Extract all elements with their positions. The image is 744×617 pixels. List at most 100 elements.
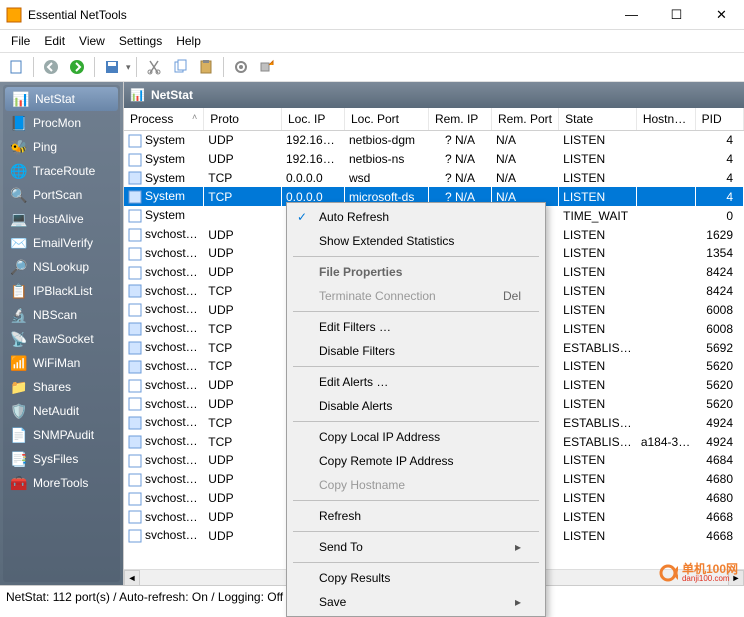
sidebar-item-label: SNMPAudit xyxy=(33,428,94,442)
sidebar-item-snmpaudit[interactable]: 📄 SNMPAudit xyxy=(3,423,120,447)
forward-icon[interactable] xyxy=(65,55,89,79)
sidebar-item-label: NSLookup xyxy=(33,260,89,274)
row-icon xyxy=(128,473,142,487)
emailverify-icon: ✉️ xyxy=(11,235,27,251)
context-menu-item[interactable]: Disable Filters xyxy=(289,339,543,363)
column-header[interactable]: Rem. Port xyxy=(491,108,558,131)
configure-icon[interactable] xyxy=(255,55,279,79)
context-menu-item[interactable]: Edit Alerts … xyxy=(289,370,543,394)
menu-settings[interactable]: Settings xyxy=(112,32,169,50)
row-icon xyxy=(128,510,142,524)
column-header[interactable]: Loc. IP xyxy=(281,108,344,131)
sidebar-item-sysfiles[interactable]: 📑SysFiles xyxy=(3,447,120,471)
sidebar-item-ipblacklist[interactable]: 📋 IPBlackList xyxy=(3,279,120,303)
sidebar-item-netaudit[interactable]: 🛡️ NetAudit xyxy=(3,399,120,423)
settings-gear-icon[interactable] xyxy=(229,55,253,79)
sidebar: 📊NetStat📘ProcMon 🐝 Ping 🌐TraceRoute 🔍 PortSca… xyxy=(0,82,123,585)
cut-icon[interactable] xyxy=(142,55,166,79)
context-menu-item[interactable]: Save▸ xyxy=(289,590,543,614)
save-icon[interactable] xyxy=(100,55,124,79)
row-icon xyxy=(128,171,142,185)
ipblacklist-icon: 📋 xyxy=(11,283,27,299)
row-icon xyxy=(128,529,142,543)
sysfiles-icon: 📑 xyxy=(11,451,27,467)
wifiman-icon: 📶 xyxy=(11,355,27,371)
sidebar-item-label: ProcMon xyxy=(33,116,81,130)
netaudit-icon: 🛡️ xyxy=(11,403,27,419)
column-header[interactable]: State xyxy=(559,108,637,131)
portscan-icon: 🔍 xyxy=(11,187,27,203)
row-icon xyxy=(128,134,142,148)
ping-icon: 🐝 xyxy=(11,139,27,155)
sidebar-item-rawsocket[interactable]: 📡RawSocket xyxy=(3,327,120,351)
row-icon xyxy=(128,153,142,167)
snmpaudit-icon: 📄 xyxy=(11,427,27,443)
row-icon xyxy=(128,284,142,298)
column-header[interactable]: Proto xyxy=(204,108,282,131)
shares-icon: 📁 xyxy=(11,379,27,395)
sidebar-item-label: Shares xyxy=(33,380,71,394)
sidebar-item-emailverify[interactable]: ✉️EmailVerify xyxy=(3,231,120,255)
sidebar-item-label: IPBlackList xyxy=(33,284,92,298)
minimize-button[interactable]: — xyxy=(609,0,654,29)
column-header[interactable]: Rem. IP xyxy=(428,108,491,131)
menu-edit[interactable]: Edit xyxy=(37,32,72,50)
column-header[interactable]: Loc. Port xyxy=(344,108,428,131)
sidebar-item-ping[interactable]: 🐝 Ping xyxy=(3,135,120,159)
paste-icon[interactable] xyxy=(194,55,218,79)
new-doc-icon[interactable] xyxy=(4,55,28,79)
maximize-button[interactable]: ☐ xyxy=(654,0,699,29)
sidebar-item-procmon[interactable]: 📘ProcMon xyxy=(3,111,120,135)
row-icon xyxy=(128,228,142,242)
column-header[interactable]: Hostna… xyxy=(636,108,695,131)
traceroute-icon: 🌐 xyxy=(11,163,27,179)
row-icon xyxy=(128,360,142,374)
menu-view[interactable]: View xyxy=(72,32,112,50)
nbscan-icon: 🔬 xyxy=(11,307,27,323)
row-icon xyxy=(128,303,142,317)
table-row[interactable]: SystemTCP0.0.0.0wsd? N/AN/ALISTEN4 xyxy=(124,169,744,188)
column-header[interactable]: Process ˄ xyxy=(124,108,204,131)
context-menu-item[interactable]: Copy Remote IP Address xyxy=(289,449,543,473)
back-icon[interactable] xyxy=(39,55,63,79)
sidebar-item-label: Ping xyxy=(33,140,57,154)
column-header[interactable]: PID xyxy=(695,108,743,131)
sidebar-item-moretools[interactable]: 🧰MoreTools xyxy=(3,471,120,495)
context-menu-item[interactable]: Copy Local IP Address xyxy=(289,425,543,449)
sidebar-item-label: NetAudit xyxy=(33,404,79,418)
context-menu-item[interactable]: Copy Results xyxy=(289,566,543,590)
row-icon xyxy=(128,416,142,430)
sidebar-item-hostalive[interactable]: 💻HostAlive xyxy=(3,207,120,231)
sidebar-item-label: PortScan xyxy=(33,188,82,202)
toolbar: ▾ xyxy=(0,52,744,82)
menu-file[interactable]: File xyxy=(4,32,37,50)
context-menu-item[interactable]: Send To▸ xyxy=(289,535,543,559)
sidebar-item-shares[interactable]: 📁 Shares xyxy=(3,375,120,399)
close-button[interactable]: ✕ xyxy=(699,0,744,29)
scroll-right-icon[interactable]: ► xyxy=(728,570,744,586)
sidebar-item-nbscan[interactable]: 🔬NBScan xyxy=(3,303,120,327)
row-icon xyxy=(128,247,142,261)
row-icon xyxy=(128,190,142,204)
sidebar-item-portscan[interactable]: 🔍 PortScan xyxy=(3,183,120,207)
row-icon xyxy=(128,209,142,223)
sidebar-item-netstat[interactable]: 📊NetStat xyxy=(5,87,118,111)
table-row[interactable]: SystemUDP192.16…netbios-dgm? N/AN/ALISTE… xyxy=(124,131,744,150)
context-menu-item[interactable]: Show Extended Statistics xyxy=(289,229,543,253)
copy-icon[interactable] xyxy=(168,55,192,79)
context-menu-item[interactable]: ✓Auto Refresh xyxy=(289,205,543,229)
panel-title: NetStat xyxy=(151,88,193,102)
hostalive-icon: 💻 xyxy=(11,211,27,227)
context-menu-item: Terminate ConnectionDel xyxy=(289,284,543,308)
sidebar-item-nslookup[interactable]: 🔎NSLookup xyxy=(3,255,120,279)
context-menu-item[interactable]: Refresh xyxy=(289,504,543,528)
moretools-icon: 🧰 xyxy=(11,475,27,491)
context-menu-item[interactable]: Disable Alerts xyxy=(289,394,543,418)
menu-help[interactable]: Help xyxy=(169,32,208,50)
netstat-icon: 📊 xyxy=(13,91,29,107)
scroll-left-icon[interactable]: ◄ xyxy=(124,570,140,586)
table-row[interactable]: SystemUDP192.16…netbios-ns? N/AN/ALISTEN… xyxy=(124,150,744,169)
sidebar-item-wifiman[interactable]: 📶WiFiMan xyxy=(3,351,120,375)
sidebar-item-traceroute[interactable]: 🌐TraceRoute xyxy=(3,159,120,183)
context-menu-item[interactable]: Edit Filters … xyxy=(289,315,543,339)
